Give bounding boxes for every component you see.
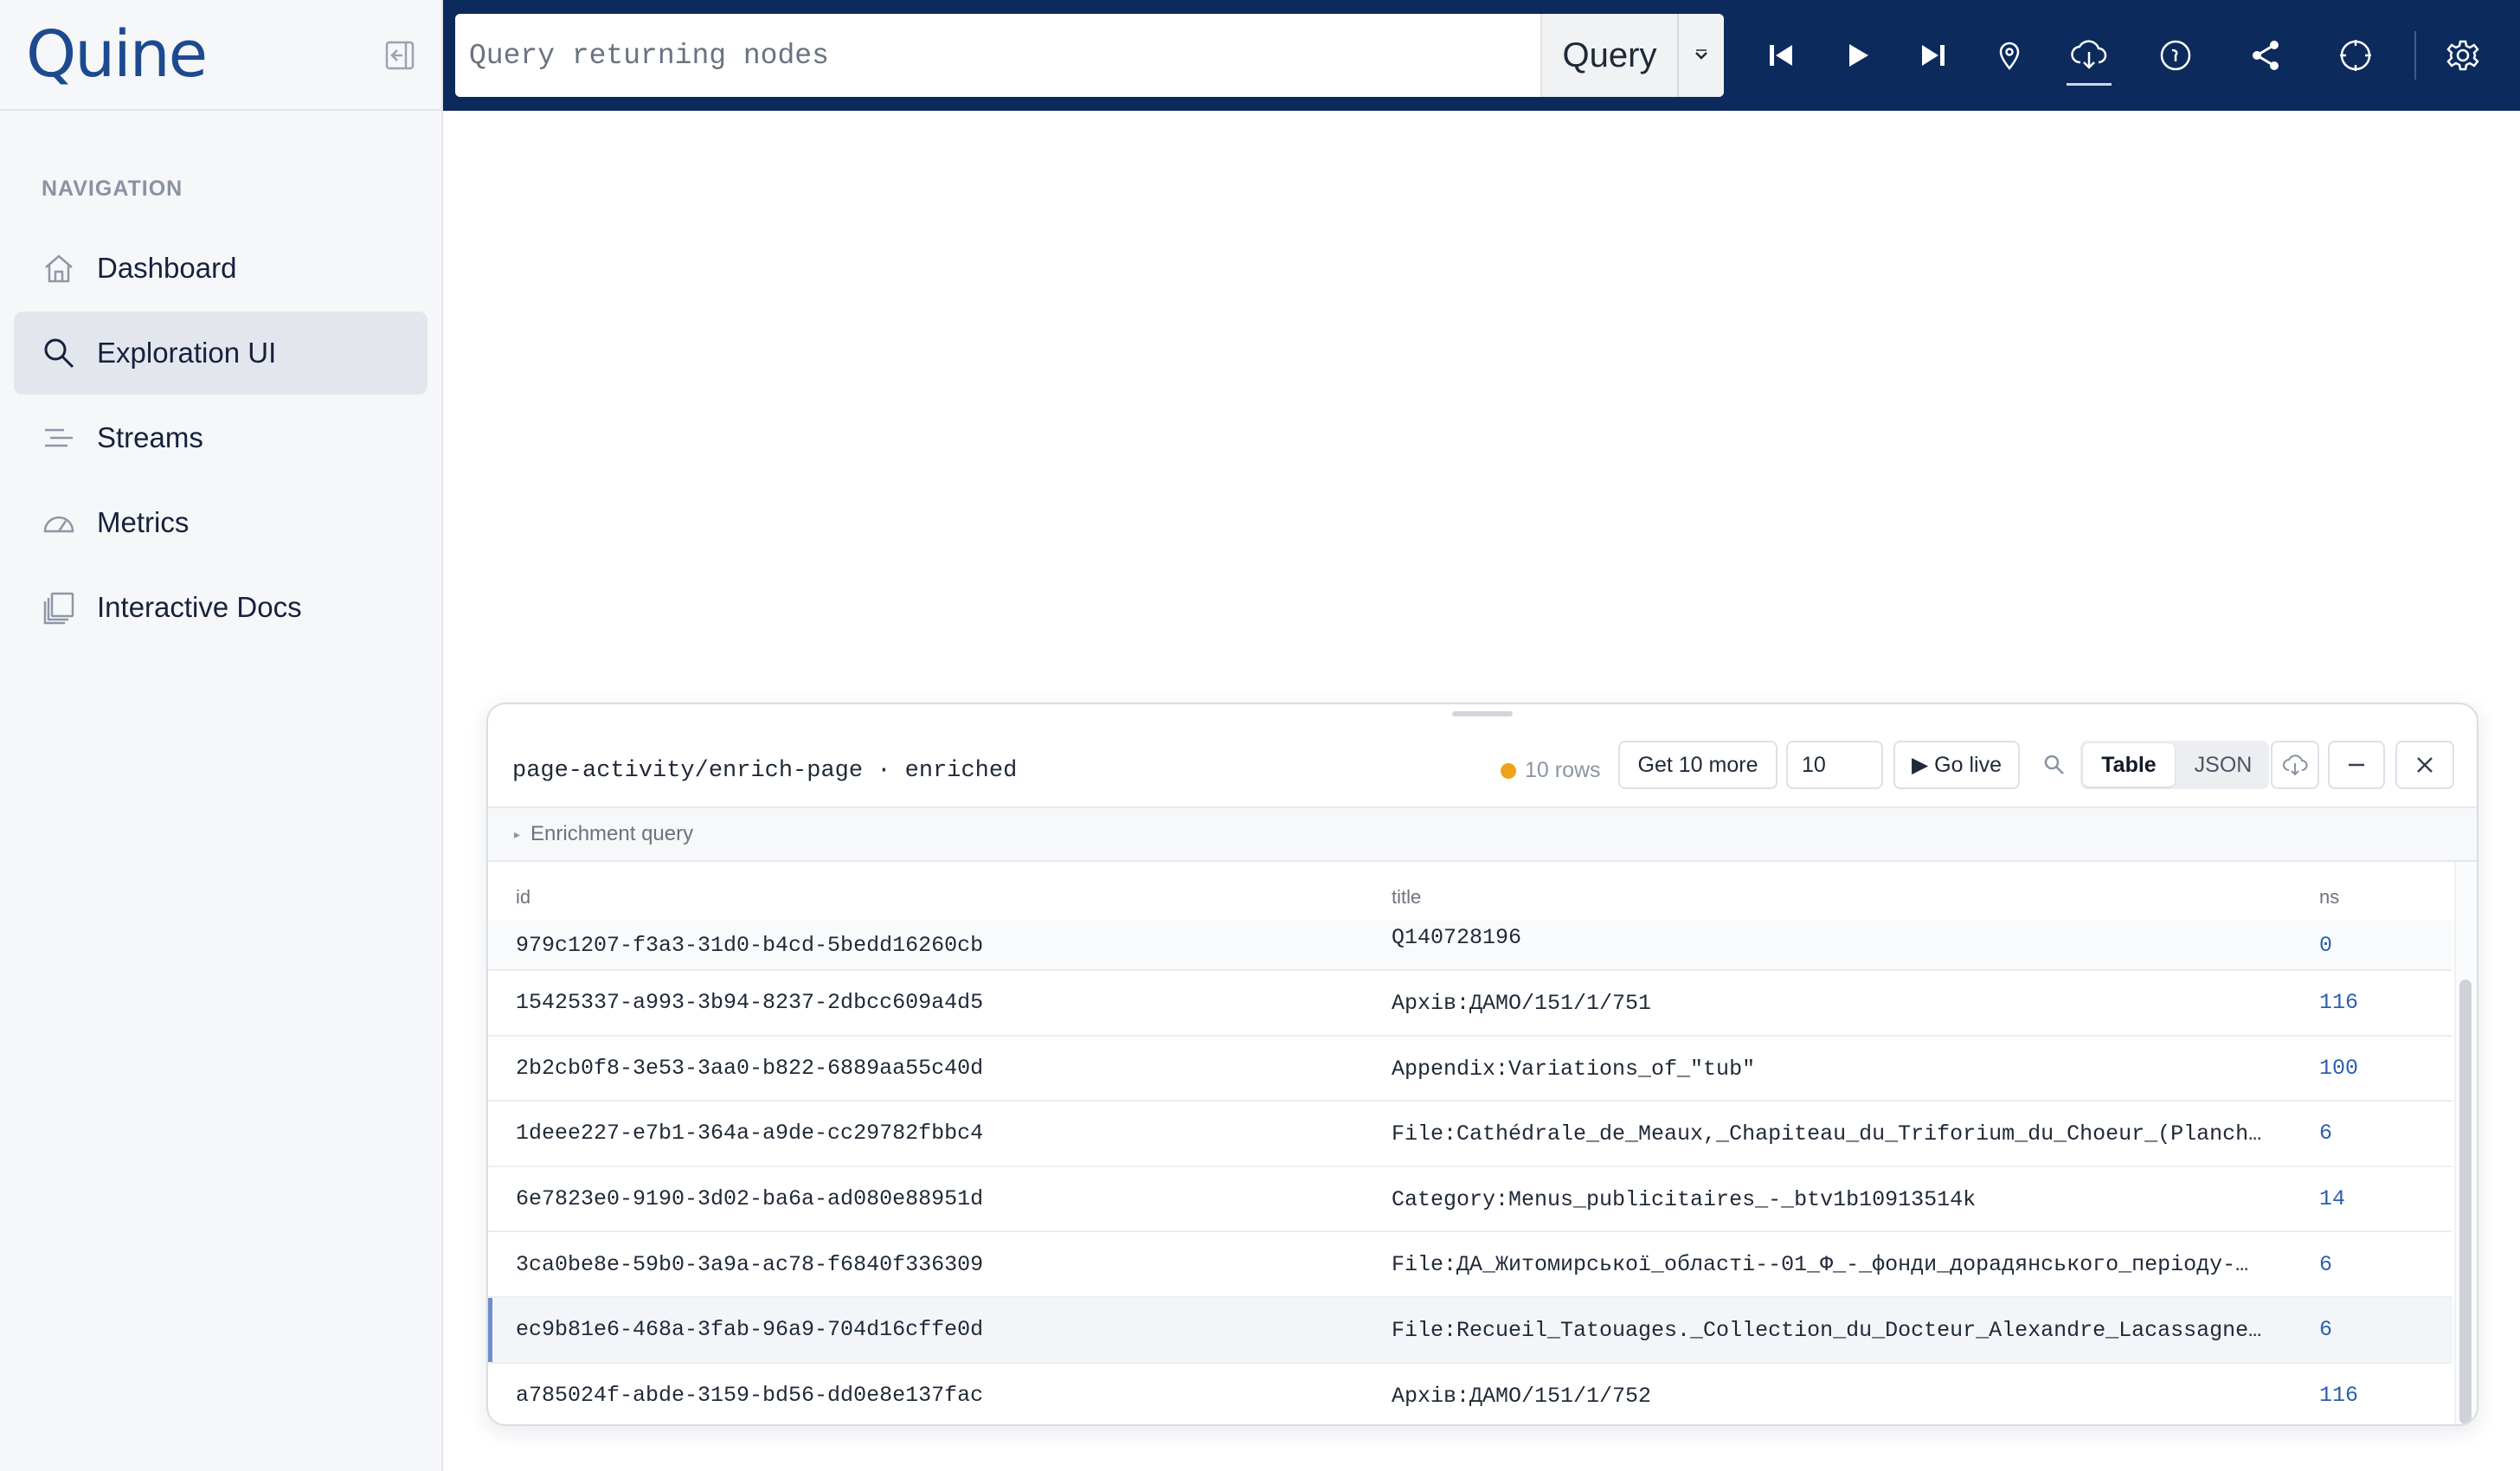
cell-title: Архів:ДАМО/151/1/752 xyxy=(1392,1383,1652,1409)
active-tab-underline xyxy=(2067,83,2112,86)
cell-ns: 100 xyxy=(2319,1055,2359,1081)
resize-handle[interactable] xyxy=(1452,711,1513,716)
enrichment-label: Enrichment query xyxy=(530,822,694,845)
cell-id: 15425337-a993-3b94-8237-2dbcc609a4d5 xyxy=(516,990,984,1016)
cell-id: 6e7823e0-9190-3d02-ba6a-ad080e88951d xyxy=(516,1186,984,1212)
top-toolbar: Query xyxy=(443,0,2520,111)
cell-ns: 6 xyxy=(2319,1317,2333,1343)
cell-ns: 116 xyxy=(2319,990,2359,1016)
skip-forward-icon[interactable] xyxy=(1909,31,1958,80)
sidebar-item-interactive-docs[interactable]: Interactive Docs xyxy=(14,566,428,649)
skip-back-icon[interactable] xyxy=(1757,31,1805,80)
query-results-panel: page-activity/enrich-page · enriched 10 … xyxy=(486,703,2478,1426)
cell-title: Appendix:Variations_of_"tub" xyxy=(1392,1056,1756,1082)
table-header: id title ns xyxy=(488,862,2452,921)
view-toggle: Table JSON xyxy=(2080,741,2269,789)
sidebar-item-dashboard[interactable]: Dashboard xyxy=(14,227,428,310)
download-icon[interactable] xyxy=(2271,741,2319,789)
sidebar-item-metrics[interactable]: Metrics xyxy=(14,481,428,564)
panel-header: page-activity/enrich-page · enriched 10 … xyxy=(488,720,2477,817)
cloud-download-icon[interactable] xyxy=(2065,31,2113,80)
table-row[interactable]: 6e7823e0-9190-3d02-ba6a-ad080e88951d Cat… xyxy=(488,1167,2452,1233)
chevron-down-icon xyxy=(1695,49,1707,60)
play-icon[interactable] xyxy=(1833,31,1881,80)
minus-icon xyxy=(2349,763,2364,767)
close-icon xyxy=(2417,757,2433,773)
cell-ns: 14 xyxy=(2319,1186,2346,1212)
gauge-icon xyxy=(40,504,78,542)
cell-ns: 6 xyxy=(2319,1121,2333,1147)
cell-title: Category:Menus_publicitaires_-_btv1b1091… xyxy=(1392,1186,1977,1212)
close-button[interactable] xyxy=(2395,741,2454,789)
get-more-button[interactable]: Get 10 more xyxy=(1618,741,1778,789)
table-row[interactable]: 15425337-a993-3b94-8237-2dbcc609a4d5 Арх… xyxy=(488,971,2452,1037)
docs-icon xyxy=(40,588,78,626)
table-view-button[interactable]: Table xyxy=(2083,743,2175,787)
sidebar-item-exploration-ui[interactable]: Exploration UI xyxy=(14,312,428,395)
cell-title: File:ДА_Житомирської_області--01_Ф_-_фон… xyxy=(1392,1252,2249,1278)
info-icon[interactable] xyxy=(2151,31,2200,80)
home-icon xyxy=(40,249,78,287)
panel-title: page-activity/enrich-page · enriched xyxy=(512,758,1018,784)
cell-title: Архів:ДАМО/151/1/751 xyxy=(1392,991,1652,1016)
go-live-button[interactable]: ▶ Go live xyxy=(1893,741,2020,789)
column-header-title[interactable]: title xyxy=(1392,886,1421,909)
cell-id: 3ca0be8e-59b0-3a9a-ac78-f6840f336309 xyxy=(516,1251,984,1277)
scrollbar-thumb[interactable] xyxy=(2459,980,2472,1424)
cell-title: File:Recueil_Tatouages._Collection_du_Do… xyxy=(1392,1317,2262,1343)
table-row[interactable]: 979c1207-f3a3-31d0-b4cd-5bedd16260cb Q14… xyxy=(488,921,2452,971)
minimize-button[interactable] xyxy=(2328,741,2385,789)
column-header-id[interactable]: id xyxy=(516,886,530,909)
crosshair-icon[interactable] xyxy=(2331,31,2380,80)
cell-id: 979c1207-f3a3-31d0-b4cd-5bedd16260cb xyxy=(516,932,984,958)
cell-id: ec9b81e6-468a-3fab-96a9-704d16cffe0d xyxy=(516,1317,984,1343)
nav-heading: NAVIGATION xyxy=(42,177,183,201)
table-row[interactable]: a785024f-abde-3159-bd56-dd0e8e137fac Арх… xyxy=(488,1364,2452,1424)
quine-logo[interactable]: Quine xyxy=(26,17,208,92)
row-count-input[interactable] xyxy=(1786,741,1883,789)
sidebar: Quine NAVIGATION Dashboard Exploration U… xyxy=(0,0,443,1471)
cell-ns: 0 xyxy=(2319,932,2333,958)
query-bar: Query xyxy=(455,14,1724,97)
brand-header: Quine xyxy=(0,0,441,111)
brand-name: Quine xyxy=(26,17,208,92)
column-header-ns[interactable]: ns xyxy=(2319,886,2339,909)
toolbar-divider xyxy=(2414,31,2416,80)
sidebar-item-label: Streams xyxy=(97,421,203,453)
table-row-selected[interactable]: ec9b81e6-468a-3fab-96a9-704d16cffe0d Fil… xyxy=(488,1297,2452,1364)
cell-id: a785024f-abde-3159-bd56-dd0e8e137fac xyxy=(516,1382,984,1408)
table-row[interactable]: 1deee227-e7b1-364a-a9de-cc29782fbbc4 Fil… xyxy=(488,1102,2452,1167)
gear-icon[interactable] xyxy=(2439,31,2487,80)
sidebar-item-streams[interactable]: Streams xyxy=(14,396,428,479)
cell-id: 2b2cb0f8-3e53-3aa0-b822-6889aa55c40d xyxy=(516,1055,984,1081)
sidebar-item-label: Interactive Docs xyxy=(97,591,302,623)
query-dropdown-button[interactable] xyxy=(1677,14,1724,97)
cell-title: Q140728196 xyxy=(1392,925,1522,950)
search-icon[interactable] xyxy=(2037,741,2072,789)
share-icon[interactable] xyxy=(2241,31,2290,80)
query-input[interactable] xyxy=(455,14,1540,97)
query-button[interactable]: Query xyxy=(1540,14,1677,97)
sidebar-item-label: Dashboard xyxy=(97,252,237,284)
map-pin-icon[interactable] xyxy=(1985,31,2034,80)
streams-icon xyxy=(40,419,78,457)
json-view-button[interactable]: JSON xyxy=(2177,741,2269,789)
table-row[interactable]: 2b2cb0f8-3e53-3aa0-b822-6889aa55c40d App… xyxy=(488,1037,2452,1102)
cell-ns: 116 xyxy=(2319,1382,2359,1408)
sidebar-item-label: Metrics xyxy=(97,506,190,538)
sidebar-item-label: Exploration UI xyxy=(97,337,277,369)
caret-right-icon: ▸ xyxy=(514,826,521,841)
table-row[interactable]: 3ca0be8e-59b0-3a9a-ac78-f6840f336309 Fil… xyxy=(488,1232,2452,1298)
cell-ns: 6 xyxy=(2319,1251,2333,1277)
rows-badge: 10 rows xyxy=(1501,758,1601,783)
collapse-sidebar-icon[interactable] xyxy=(384,40,415,71)
enrichment-query-toggle[interactable]: ▸ Enrichment query xyxy=(488,806,2477,862)
rows-count: 10 rows xyxy=(1525,758,1601,782)
status-dot xyxy=(1501,762,1516,779)
cell-title: File:Cathédrale_de_Meaux,_Chapiteau_du_T… xyxy=(1392,1121,2262,1147)
search-icon xyxy=(40,334,78,372)
results-table: id title ns 979c1207-f3a3-31d0-b4cd-5bed… xyxy=(488,862,2452,1424)
cell-id: 1deee227-e7b1-364a-a9de-cc29782fbbc4 xyxy=(516,1121,984,1147)
